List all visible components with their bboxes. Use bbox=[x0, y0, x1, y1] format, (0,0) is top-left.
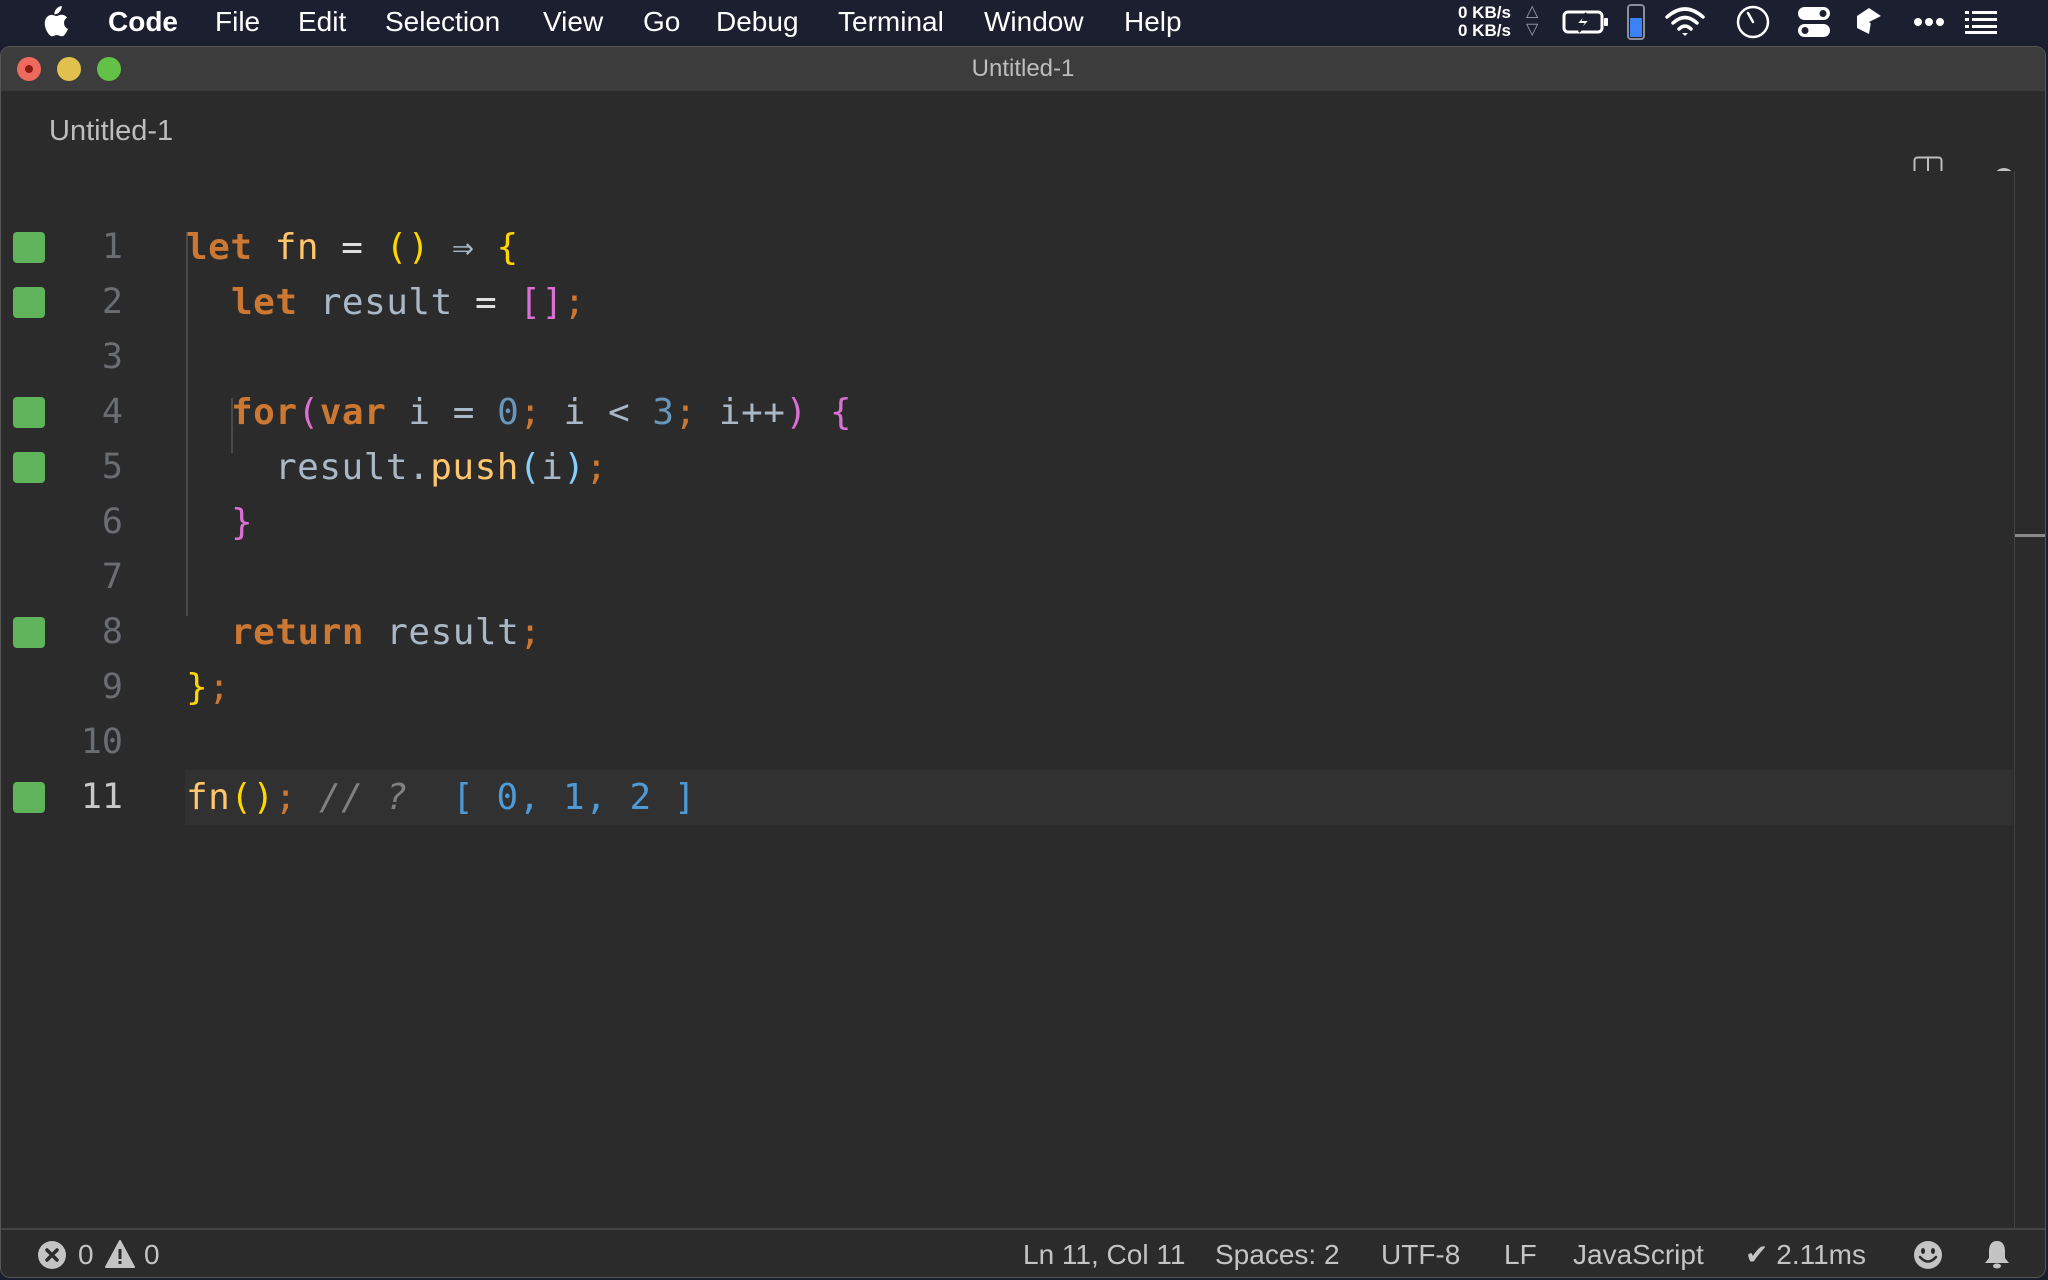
menu-go[interactable]: Go bbox=[643, 0, 680, 44]
editor-tab-bar: Untitled-1 bbox=[1, 91, 2045, 188]
code-line-6[interactable]: 6 } bbox=[1, 495, 2013, 550]
battery-charging-icon[interactable] bbox=[1562, 10, 1610, 34]
coverage-indicator bbox=[13, 397, 45, 428]
code-line-5[interactable]: 5 result.push(i); bbox=[1, 440, 2013, 495]
code-text: }; bbox=[186, 667, 231, 708]
code-line-4[interactable]: 4 for(var i = 0; i < 3; i++) { bbox=[1, 385, 2013, 440]
code-line-11[interactable]: 11 fn(); // ? [ 0, 1, 2 ] bbox=[1, 770, 2013, 825]
line-number: 4 bbox=[101, 392, 123, 432]
code-line-7[interactable]: 7 bbox=[1, 550, 2013, 605]
coverage-indicator bbox=[13, 782, 45, 813]
error-icon[interactable] bbox=[38, 1241, 66, 1269]
network-speed[interactable]: 0 KB/s 0 KB/s bbox=[1458, 4, 1511, 40]
menu-window[interactable]: Window bbox=[984, 0, 1084, 44]
end-of-line[interactable]: LF bbox=[1504, 1230, 1537, 1277]
window-title: Untitled-1 bbox=[971, 55, 1075, 82]
menu-bar: Code File Edit Selection View Go Debug T… bbox=[0, 0, 2048, 44]
clock-icon[interactable] bbox=[1736, 5, 1770, 39]
code-line-2[interactable]: 2 let result = []; bbox=[1, 275, 2013, 330]
app-icon[interactable] bbox=[1855, 6, 1883, 38]
line-number: 10 bbox=[80, 722, 123, 762]
upload-speed: 0 KB/s bbox=[1458, 3, 1511, 22]
coverage-indicator bbox=[13, 287, 45, 318]
coverage-indicator bbox=[13, 452, 45, 483]
tab-untitled-1[interactable]: Untitled-1 bbox=[49, 111, 173, 151]
line-number: 11 bbox=[80, 777, 123, 817]
line-number: 5 bbox=[101, 447, 123, 487]
warning-count[interactable]: 0 bbox=[144, 1230, 160, 1277]
line-number: 2 bbox=[101, 282, 123, 322]
more-icon[interactable] bbox=[1913, 16, 1945, 28]
code-line-3[interactable]: 3 bbox=[1, 330, 2013, 385]
menu-edit[interactable]: Edit bbox=[298, 0, 346, 44]
code-text: fn(); // ? [ 0, 1, 2 ] bbox=[186, 777, 697, 818]
apple-logo-icon[interactable] bbox=[40, 6, 70, 38]
warning-icon[interactable] bbox=[105, 1240, 135, 1268]
code-line-9[interactable]: 9 }; bbox=[1, 660, 2013, 715]
feedback-smiley-icon[interactable] bbox=[1913, 1240, 1943, 1270]
coverage-indicator bbox=[13, 232, 45, 263]
status-bar: 0 0 Ln 11, Col 11 Spaces: 2 UTF-8 LF Jav… bbox=[1, 1228, 2045, 1277]
download-speed: 0 KB/s bbox=[1458, 21, 1511, 40]
overview-ruler[interactable] bbox=[2014, 171, 2045, 1228]
list-icon[interactable] bbox=[1965, 10, 1997, 34]
menu-help[interactable]: Help bbox=[1124, 0, 1182, 44]
code-text: return result; bbox=[231, 612, 542, 653]
code-text: let result = []; bbox=[231, 282, 586, 323]
line-number: 9 bbox=[101, 667, 123, 707]
language-mode[interactable]: JavaScript bbox=[1573, 1230, 1704, 1277]
code-text: let fn = () ⇒ { bbox=[186, 227, 519, 268]
notifications-bell-icon[interactable] bbox=[1983, 1239, 2011, 1271]
memory-gauge-icon[interactable] bbox=[1627, 4, 1645, 40]
encoding[interactable]: UTF-8 bbox=[1381, 1230, 1460, 1277]
menu-terminal[interactable]: Terminal bbox=[838, 0, 944, 44]
code-editor[interactable]: 1 let fn = () ⇒ { 2 let result = []; 3 4… bbox=[1, 171, 2045, 1228]
line-number: 6 bbox=[101, 502, 123, 542]
menu-selection[interactable]: Selection bbox=[385, 0, 500, 44]
line-number: 7 bbox=[101, 557, 123, 597]
overview-ruler-cursor bbox=[2015, 534, 2045, 537]
coverage-indicator bbox=[13, 617, 45, 648]
quokka-timing[interactable]: ✔ 2.11ms bbox=[1745, 1230, 1866, 1277]
line-number: 1 bbox=[101, 227, 123, 267]
menu-app-code[interactable]: Code bbox=[108, 0, 178, 44]
code-text: result.push(i); bbox=[275, 447, 608, 488]
inline-result: [ 0, 1, 2 ] bbox=[429, 777, 697, 818]
code-line-1[interactable]: 1 let fn = () ⇒ { bbox=[1, 220, 2013, 275]
indentation[interactable]: Spaces: 2 bbox=[1215, 1230, 1340, 1277]
menu-view[interactable]: View bbox=[543, 0, 603, 44]
line-number: 8 bbox=[101, 612, 123, 652]
code-line-10[interactable]: 10 bbox=[1, 715, 2013, 770]
code-line-8[interactable]: 8 return result; bbox=[1, 605, 2013, 660]
editor-window: Untitled-1 Untitled-1 1 let fn = () ⇒ { … bbox=[0, 46, 2046, 1278]
title-bar[interactable]: Untitled-1 bbox=[1, 47, 2045, 91]
code-text: } bbox=[231, 502, 254, 543]
menu-file[interactable]: File bbox=[215, 0, 260, 44]
menu-debug[interactable]: Debug bbox=[716, 0, 799, 44]
code-text: for(var i = 0; i < 3; i++) { bbox=[231, 392, 853, 433]
cursor-position[interactable]: Ln 11, Col 11 bbox=[1023, 1230, 1185, 1277]
wifi-icon[interactable] bbox=[1664, 6, 1706, 38]
line-number: 3 bbox=[101, 337, 123, 377]
toggle-icon[interactable] bbox=[1797, 6, 1831, 38]
error-count[interactable]: 0 bbox=[78, 1230, 94, 1277]
network-arrows-icon: △ ▽ bbox=[1526, 3, 1539, 38]
